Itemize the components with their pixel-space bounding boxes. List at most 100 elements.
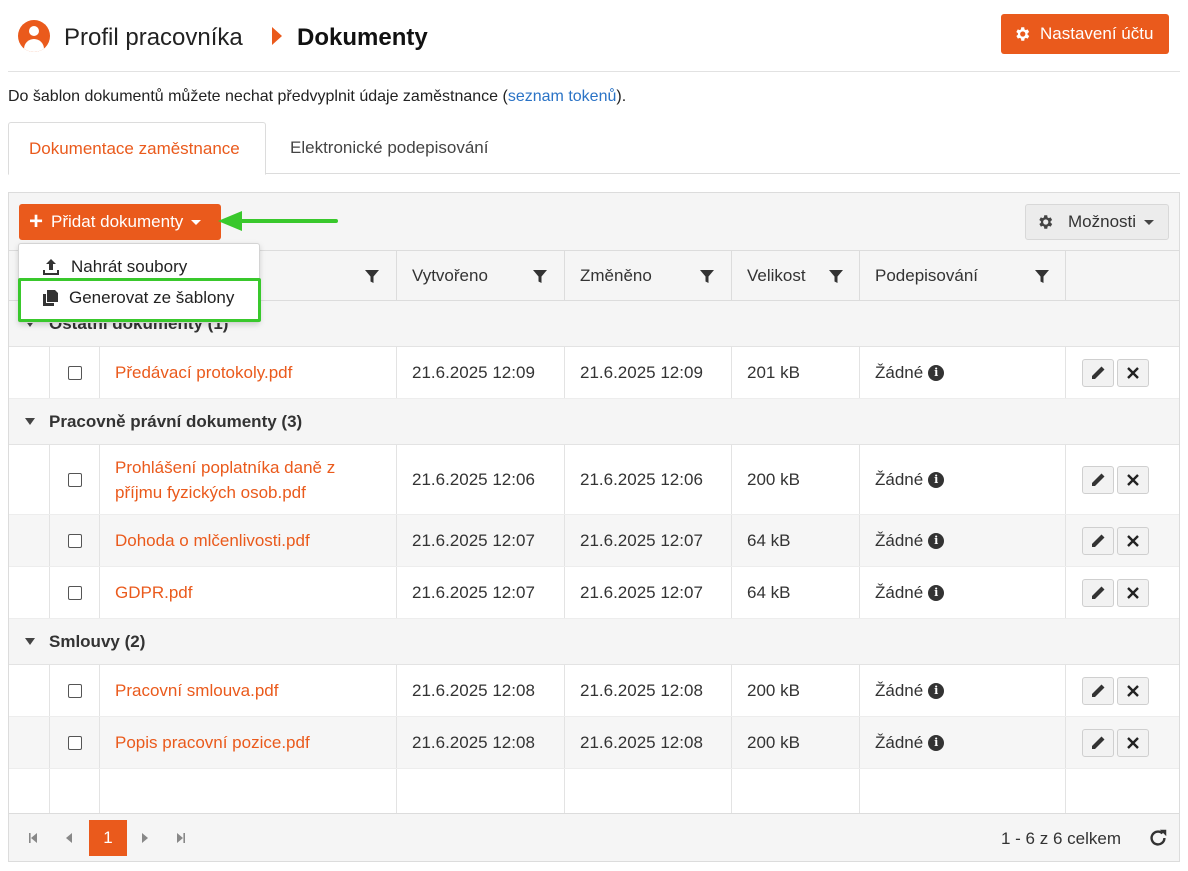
- first-page-icon[interactable]: [23, 828, 43, 848]
- last-page-icon[interactable]: [171, 828, 191, 848]
- delete-button[interactable]: [1117, 728, 1149, 757]
- delete-button[interactable]: [1117, 526, 1149, 555]
- pencil-icon: [1092, 366, 1105, 379]
- refresh-icon[interactable]: [1147, 827, 1169, 849]
- document-name-link[interactable]: Prohlášení poplatníka daně z příjmu fyzi…: [99, 445, 396, 514]
- empty-cell: [396, 769, 564, 813]
- row-checkbox[interactable]: [67, 472, 82, 487]
- info-icon[interactable]: i: [928, 584, 945, 601]
- document-name-link[interactable]: Dohoda o mlčenlivosti.pdf: [99, 515, 396, 566]
- account-settings-label: Nastavení účtu: [1040, 24, 1154, 43]
- empty-cell: [1065, 769, 1179, 813]
- tab-electronic-signing[interactable]: Elektronické podepisování: [270, 122, 508, 174]
- signing-cell: Žádné i: [859, 717, 1065, 768]
- edit-button[interactable]: [1082, 728, 1114, 757]
- pencil-icon: [1092, 684, 1105, 697]
- document-name-link[interactable]: Předávací protokoly.pdf: [99, 347, 396, 398]
- menu-item-label: Nahrát soubory: [71, 257, 188, 276]
- pencil-icon: [1092, 586, 1105, 599]
- upload-icon: [43, 259, 59, 275]
- modified-cell: 21.6.2025 12:07: [564, 567, 731, 618]
- caret-down-icon: [1144, 219, 1155, 225]
- delete-button[interactable]: [1117, 465, 1149, 494]
- group-row[interactable]: Smlouvy (2): [9, 619, 1179, 665]
- table-row[interactable]: Předávací protokoly.pdf 21.6.2025 12:09 …: [9, 347, 1179, 399]
- delete-button[interactable]: [1117, 578, 1149, 607]
- document-name-line: příjmu fyzických osob.pdf: [115, 482, 306, 502]
- filter-icon[interactable]: [699, 269, 715, 285]
- breadcrumb-root[interactable]: Profil pracovníka: [64, 24, 243, 52]
- table-body: Ostatní dokumenty (1) Předávací protokol…: [9, 301, 1179, 813]
- signing-value: Žádné: [875, 582, 924, 602]
- document-name-link[interactable]: Popis pracovní pozice.pdf: [99, 717, 396, 768]
- table-row[interactable]: GDPR.pdf 21.6.2025 12:07 21.6.2025 12:07…: [9, 567, 1179, 619]
- modified-cell: 21.6.2025 12:07: [564, 515, 731, 566]
- signing-value: Žádné: [875, 680, 924, 700]
- signing-value: Žádné: [875, 530, 924, 550]
- menu-item-upload-files[interactable]: Nahrát soubory: [19, 250, 259, 284]
- current-page-button[interactable]: 1: [89, 820, 127, 856]
- delete-button[interactable]: [1117, 676, 1149, 705]
- table-row[interactable]: Dohoda o mlčenlivosti.pdf 21.6.2025 12:0…: [9, 515, 1179, 567]
- edit-button[interactable]: [1082, 676, 1114, 705]
- info-icon[interactable]: i: [928, 471, 945, 488]
- close-icon: [1127, 473, 1139, 486]
- pager: 1 1 - 6 z 6 celkem: [9, 813, 1179, 861]
- options-button[interactable]: Možnosti: [1025, 204, 1169, 240]
- column-header-modified[interactable]: Změněno: [564, 251, 731, 301]
- row-checkbox[interactable]: [67, 533, 82, 548]
- info-icon[interactable]: i: [928, 532, 945, 549]
- tab-employee-documentation[interactable]: Dokumentace zaměstnance: [8, 122, 266, 175]
- filter-icon[interactable]: [828, 269, 844, 285]
- created-cell: 21.6.2025 12:06: [396, 445, 564, 514]
- add-documents-menu: Nahrát soubory Generovat ze šablony: [18, 243, 260, 323]
- next-page-icon[interactable]: [135, 828, 155, 848]
- menu-item-generate-from-template[interactable]: Generovat ze šablony: [19, 281, 259, 315]
- delete-button[interactable]: [1117, 358, 1149, 387]
- document-name-link[interactable]: GDPR.pdf: [99, 567, 396, 618]
- previous-page-icon[interactable]: [59, 828, 79, 848]
- table-row[interactable]: Prohlášení poplatníka daně z příjmu fyzi…: [9, 445, 1179, 515]
- group-label: Smlouvy (2): [49, 631, 146, 651]
- plus-icon: +: [29, 208, 44, 235]
- edit-button[interactable]: [1082, 526, 1114, 555]
- tab-bar: Dokumentace zaměstnance Elektronické pod…: [8, 122, 1180, 175]
- column-header-created[interactable]: Vytvořeno: [396, 251, 564, 301]
- edit-button[interactable]: [1082, 465, 1114, 494]
- empty-filler-row: [9, 769, 1179, 813]
- token-list-link[interactable]: seznam tokenů: [508, 88, 617, 105]
- edit-button[interactable]: [1082, 358, 1114, 387]
- close-icon: [1127, 586, 1139, 599]
- info-text-after: ).: [616, 88, 627, 105]
- signing-cell: Žádné i: [859, 665, 1065, 716]
- gear-icon: [1016, 27, 1030, 41]
- row-checkbox[interactable]: [67, 365, 82, 380]
- collapse-arrow-icon[interactable]: [25, 418, 35, 425]
- signing-value: Žádné: [875, 362, 924, 382]
- row-checkbox[interactable]: [67, 735, 82, 750]
- size-cell: 200 kB: [731, 717, 859, 768]
- row-checkbox[interactable]: [67, 683, 82, 698]
- table-row[interactable]: Pracovní smlouva.pdf 21.6.2025 12:08 21.…: [9, 665, 1179, 717]
- collapse-arrow-icon[interactable]: [25, 638, 35, 645]
- filter-icon[interactable]: [1034, 269, 1050, 285]
- table-row[interactable]: Popis pracovní pozice.pdf 21.6.2025 12:0…: [9, 717, 1179, 769]
- row-select-cell: [49, 717, 99, 768]
- row-checkbox[interactable]: [67, 585, 82, 600]
- account-settings-button[interactable]: Nastavení účtu: [1001, 14, 1169, 54]
- size-cell: 201 kB: [731, 347, 859, 398]
- info-icon[interactable]: i: [928, 682, 945, 699]
- modified-cell: 21.6.2025 12:08: [564, 717, 731, 768]
- info-icon[interactable]: i: [928, 734, 945, 751]
- user-profile-icon: [18, 20, 50, 52]
- document-name-link[interactable]: Pracovní smlouva.pdf: [99, 665, 396, 716]
- info-icon[interactable]: i: [928, 364, 945, 381]
- filter-icon[interactable]: [532, 269, 548, 285]
- add-documents-button[interactable]: + Přidat dokumenty: [19, 204, 221, 240]
- filter-icon[interactable]: [364, 269, 380, 285]
- edit-button[interactable]: [1082, 578, 1114, 607]
- group-row[interactable]: Pracovně právní dokumenty (3): [9, 399, 1179, 445]
- header-divider: [8, 71, 1180, 72]
- column-header-signing[interactable]: Podepisování: [859, 251, 1065, 301]
- column-header-size[interactable]: Velikost: [731, 251, 859, 301]
